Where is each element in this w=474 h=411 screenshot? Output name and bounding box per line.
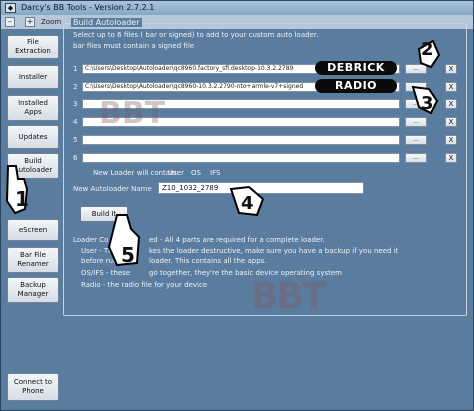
browse-button-2[interactable]: ... bbox=[405, 82, 427, 92]
step-1-label: 1 bbox=[15, 187, 29, 211]
info-line-3-start: before run bbox=[81, 257, 118, 265]
title-bar: ◆ Darcy's BB Tools - Version 2.7.2.1 bbox=[1, 1, 473, 15]
row-number-1: 1 bbox=[73, 65, 78, 73]
window-title: Darcy's BB Tools - Version 2.7.2.1 bbox=[21, 3, 155, 12]
debrick-callout: DEBRICK bbox=[315, 61, 397, 75]
sidebar-item-installed-apps[interactable]: Installed Apps bbox=[7, 95, 59, 121]
info-line-2-start: User - Th bbox=[81, 247, 113, 255]
remove-button-4[interactable]: X bbox=[445, 117, 457, 127]
contains-label: New Loader will contain: bbox=[93, 169, 179, 177]
file-path-5[interactable] bbox=[82, 135, 400, 145]
remove-button-5[interactable]: X bbox=[445, 135, 457, 145]
sidebar-item-escreen[interactable]: eScreen bbox=[7, 219, 59, 241]
instructions-line-2: bar files must contain a signed file bbox=[73, 42, 195, 50]
file-path-6[interactable] bbox=[82, 153, 400, 163]
row-number-5: 5 bbox=[73, 136, 78, 144]
remove-button-6[interactable]: X bbox=[445, 153, 457, 163]
info-line-2-end: kes the loader destructive, make sure yo… bbox=[149, 247, 399, 255]
radio-callout: RADIO bbox=[315, 79, 397, 93]
contains-ifs: IFS bbox=[210, 169, 221, 177]
remove-button-2[interactable]: X bbox=[445, 82, 457, 92]
contains-user: User bbox=[168, 169, 184, 177]
watermark-logo-2: BBT bbox=[251, 276, 326, 317]
step-2-label: 2 bbox=[421, 39, 434, 60]
remove-button-1[interactable]: X bbox=[445, 64, 457, 74]
info-line-1-start: Loader Co bbox=[73, 236, 109, 244]
info-line-5: Radio - the radio file for your device bbox=[81, 281, 208, 289]
remove-button-3[interactable]: X bbox=[445, 99, 457, 109]
row-number-6: 6 bbox=[73, 154, 78, 162]
sidebar-item-build-autoloader[interactable]: Build Autoloader bbox=[7, 153, 59, 179]
step-3-label: 3 bbox=[421, 93, 434, 114]
sidebar-item-bar-file-renamer[interactable]: Bar File Renamer bbox=[7, 247, 59, 273]
group-title: Build Autoloader bbox=[71, 18, 142, 27]
app-icon: ◆ bbox=[5, 3, 16, 13]
sidebar: File Extraction Installer Installed Apps… bbox=[7, 31, 61, 407]
row-number-3: 3 bbox=[73, 100, 78, 108]
sidebar-item-backup-manager[interactable]: Backup Manager bbox=[7, 277, 59, 303]
row-number-4: 4 bbox=[73, 118, 78, 126]
info-line-1-end: ed - All 4 parts are required for a comp… bbox=[149, 236, 325, 244]
step-4-label: 4 bbox=[241, 193, 254, 214]
app-window: ◆ Darcy's BB Tools - Version 2.7.2.1 – +… bbox=[0, 0, 474, 411]
zoom-label: Zoom bbox=[41, 18, 62, 26]
connect-to-phone-button[interactable]: Connect to Phone bbox=[7, 373, 59, 401]
autoloader-name-input[interactable]: Z10_1032_2789 bbox=[158, 182, 364, 194]
sidebar-item-file-extraction[interactable]: File Extraction bbox=[7, 35, 59, 59]
info-line-4-start: OS/IFS - these bbox=[81, 269, 131, 277]
contains-os: OS bbox=[191, 169, 201, 177]
sidebar-item-installer[interactable]: Installer bbox=[7, 65, 59, 89]
info-line-3-end: loader. This contains all the apps. bbox=[149, 257, 267, 265]
sidebar-item-updates[interactable]: Updates bbox=[7, 125, 59, 149]
watermark-logo: BBT bbox=[99, 96, 166, 131]
build-it-button[interactable]: Build It bbox=[80, 206, 128, 222]
row-number-2: 2 bbox=[73, 83, 78, 91]
browse-button-4[interactable]: ... bbox=[405, 117, 427, 127]
zoom-out-button[interactable]: – bbox=[5, 17, 15, 27]
browse-button-5[interactable]: ... bbox=[405, 135, 427, 145]
instructions-line-1: Select up to 6 files ( bar or signed) to… bbox=[73, 31, 319, 39]
step-5-label: 5 bbox=[121, 243, 135, 267]
browse-button-1[interactable]: ... bbox=[405, 64, 427, 74]
autoloader-name-label: New Autoloader Name bbox=[73, 185, 152, 193]
browse-button-6[interactable]: ... bbox=[405, 153, 427, 163]
zoom-in-button[interactable]: + bbox=[25, 17, 35, 27]
